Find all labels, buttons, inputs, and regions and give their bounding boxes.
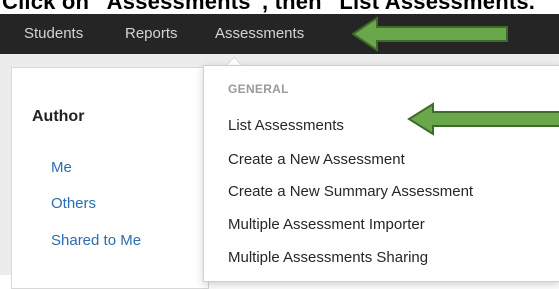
menu-item-list-assessments[interactable]: List Assessments (228, 117, 344, 134)
author-link-me[interactable]: Me (51, 159, 72, 176)
author-link-others[interactable]: Others (51, 195, 96, 212)
author-heading: Author (32, 108, 85, 125)
menu-item-multiple-assessment-importer[interactable]: Multiple Assessment Importer (228, 216, 425, 233)
nav-item-students[interactable]: Students (24, 25, 83, 42)
nav-item-reports[interactable]: Reports (125, 25, 178, 42)
menu-item-multiple-assessments-sharing[interactable]: Multiple Assessments Sharing (228, 249, 428, 266)
top-navbar: Students Reports Assessments (0, 14, 559, 54)
menu-item-create-new-assessment[interactable]: Create a New Assessment (228, 151, 405, 168)
assessments-dropdown-menu: GENERAL List Assessments Create a New As… (203, 65, 559, 282)
instruction-caption: Click on “Assessments”, then “List Asses… (0, 0, 559, 14)
instruction-caption-text: Click on “Assessments”, then “List Asses… (2, 0, 547, 14)
menu-item-create-new-summary-assessment[interactable]: Create a New Summary Assessment (228, 183, 473, 200)
author-link-shared-to-me[interactable]: Shared to Me (51, 232, 141, 249)
left-pointing-arrow-icon (407, 102, 559, 136)
left-pointing-arrow-icon (351, 16, 508, 52)
nav-item-assessments[interactable]: Assessments (215, 25, 304, 42)
dropdown-section-header: GENERAL (228, 82, 289, 96)
author-filter-panel: Author Me Others Shared to Me (11, 67, 209, 289)
